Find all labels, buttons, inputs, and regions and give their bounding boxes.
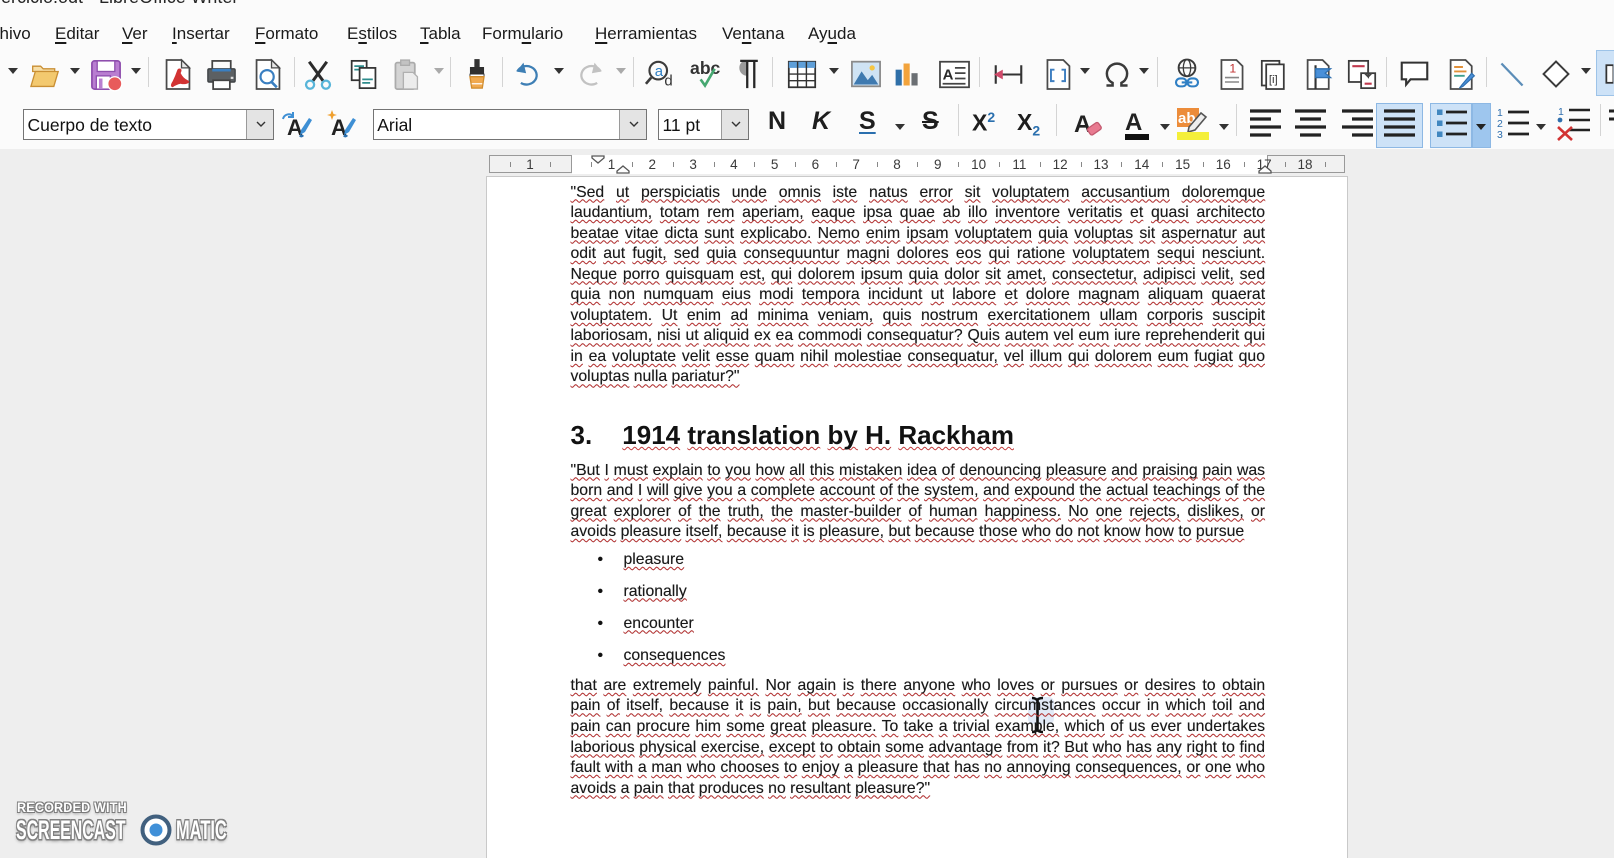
svg-text:a: a [655,63,664,80]
svg-text:1: 1 [1558,107,1564,118]
svg-text:A: A [1125,109,1142,136]
svg-text:[i]: [i] [1269,74,1278,86]
svg-text:A: A [943,66,954,83]
svg-text:d: d [664,73,672,90]
svg-text:1: 1 [1229,61,1236,75]
svg-text:A: A [1074,111,1091,138]
svg-text:abc: abc [690,58,721,78]
svg-text:3: 3 [1497,129,1503,141]
